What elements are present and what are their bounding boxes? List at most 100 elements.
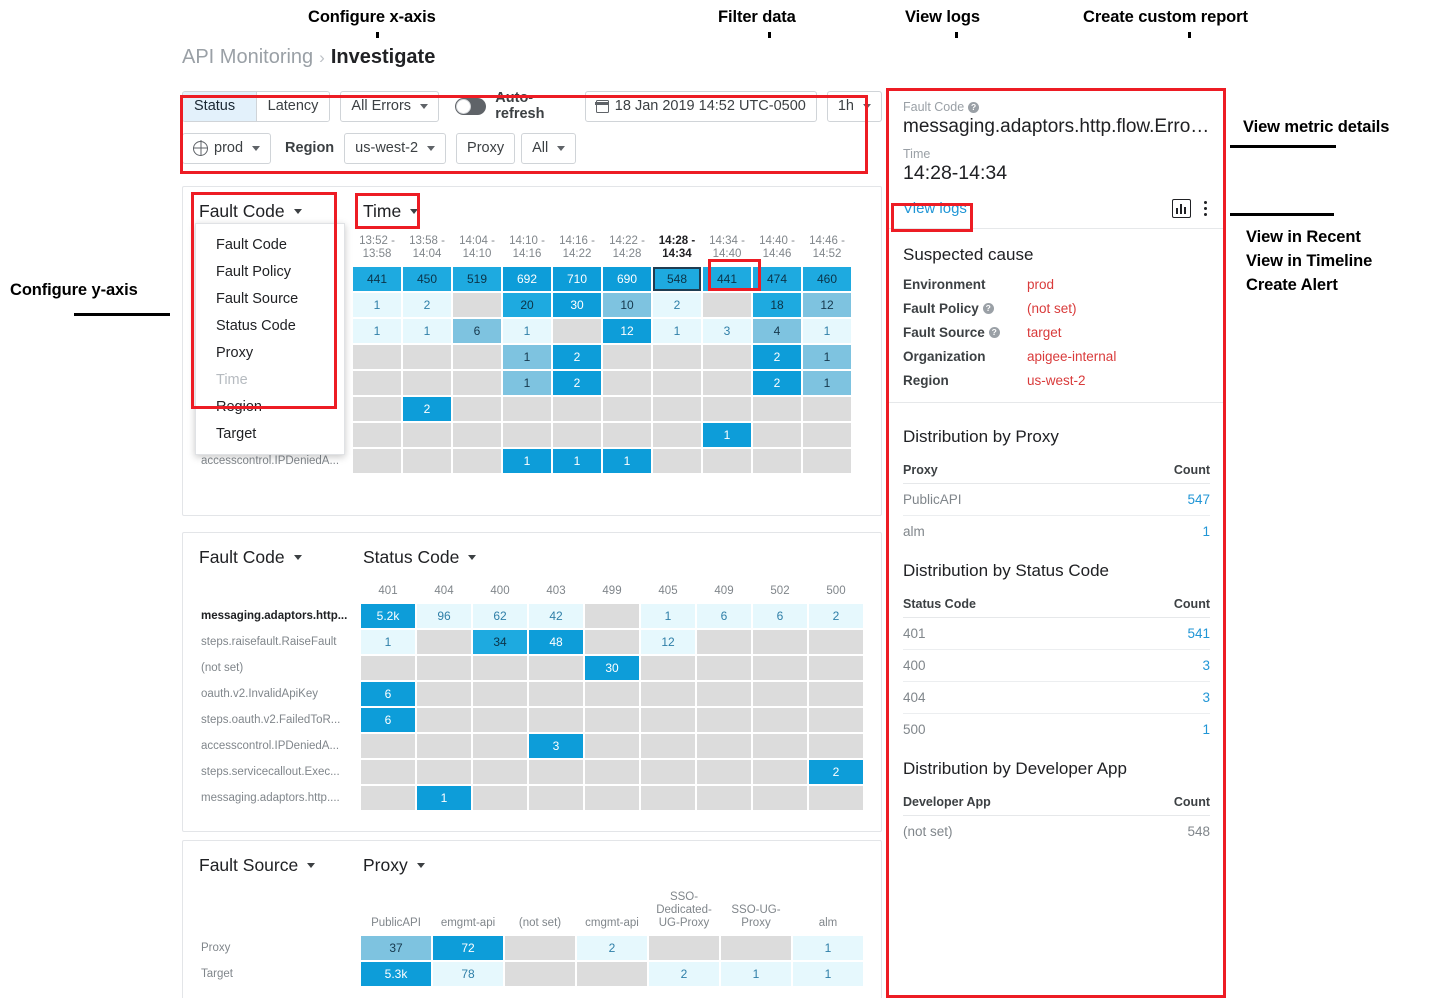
more-actions-kebab-icon[interactable] <box>1201 199 1210 218</box>
heatmap-cell[interactable]: 1 <box>803 371 851 395</box>
heatmap-cell[interactable] <box>803 397 851 421</box>
tab-latency[interactable]: Latency <box>256 91 330 121</box>
heatmap-cell[interactable]: 12 <box>641 630 695 654</box>
heatmap-cell[interactable]: 1 <box>793 936 863 960</box>
heatmap-row-label[interactable]: Proxy <box>201 936 359 960</box>
heatmap-cell[interactable]: 2 <box>577 936 647 960</box>
heatmap-cell[interactable] <box>809 734 863 758</box>
heatmap-column-header[interactable]: 14:34 - 14:40 <box>703 235 751 265</box>
heatmap-cell[interactable]: 6 <box>361 682 415 706</box>
heatmap-column-header[interactable]: 403 <box>529 585 583 602</box>
heatmap-column-header[interactable]: 14:28 - 14:34 <box>653 235 701 265</box>
heatmap-cell[interactable]: 1 <box>503 371 551 395</box>
heatmap-cell[interactable] <box>361 760 415 784</box>
environment-dropdown[interactable]: prod <box>182 132 272 164</box>
heatmap-cell[interactable]: 450 <box>403 267 451 291</box>
heatmap-cell[interactable] <box>653 423 701 447</box>
heatmap-cell[interactable]: 1 <box>603 449 651 473</box>
heatmap-cell[interactable] <box>417 734 471 758</box>
distribution-count[interactable]: 547 <box>1092 483 1210 516</box>
heatmap-cell[interactable] <box>641 682 695 706</box>
heatmap-cell[interactable] <box>577 962 647 986</box>
heatmap-cell[interactable] <box>753 656 807 680</box>
heatmap-cell[interactable]: 2 <box>649 962 719 986</box>
heatmap-cell[interactable]: 1 <box>703 423 751 447</box>
heatmap-column-header[interactable]: 401 <box>361 585 415 602</box>
menu-item-fault-source[interactable]: Fault Source <box>196 285 344 312</box>
suspected-cause-value[interactable]: target <box>1027 325 1062 340</box>
heatmap-cell[interactable] <box>453 345 501 369</box>
heatmap-cell[interactable] <box>641 734 695 758</box>
heatmap-cell[interactable]: 1 <box>553 449 601 473</box>
heatmap-row-label[interactable]: steps.oauth.v2.FailedToR... <box>201 708 359 732</box>
heatmap-cell[interactable]: 6 <box>453 319 501 343</box>
heatmap-cell[interactable]: 30 <box>585 656 639 680</box>
heatmap-cell[interactable] <box>417 656 471 680</box>
breadcrumb-parent[interactable]: API Monitoring <box>182 46 313 68</box>
heatmap-cell[interactable] <box>453 293 501 317</box>
heatmap-cell[interactable] <box>553 423 601 447</box>
heatmap-column-header[interactable]: emgmt-api <box>433 891 503 934</box>
heatmap-cell[interactable] <box>649 936 719 960</box>
heatmap-cell[interactable] <box>553 319 601 343</box>
heatmap-cell[interactable]: 460 <box>803 267 851 291</box>
create-custom-report-icon[interactable] <box>1171 199 1191 218</box>
heatmap-cell[interactable]: 1 <box>353 293 401 317</box>
heatmap-cell[interactable] <box>753 449 801 473</box>
suspected-cause-value[interactable]: us-west-2 <box>1027 373 1086 388</box>
heatmap-cell[interactable] <box>753 630 807 654</box>
heatmap-cell[interactable] <box>417 682 471 706</box>
heatmap-cell[interactable]: 6 <box>361 708 415 732</box>
heatmap-cell[interactable] <box>653 449 701 473</box>
heatmap-cell[interactable] <box>809 708 863 732</box>
heatmap-cell[interactable] <box>697 786 751 810</box>
distribution-count[interactable]: 3 <box>1108 681 1210 714</box>
heatmap-cell[interactable] <box>353 397 401 421</box>
heatmap-cell[interactable] <box>603 345 651 369</box>
help-icon[interactable]: ? <box>968 101 980 113</box>
heatmap-cell[interactable] <box>753 786 807 810</box>
heatmap-cell[interactable] <box>403 449 451 473</box>
heatmap-cell[interactable]: 2 <box>809 760 863 784</box>
heatmap-row-label[interactable]: steps.servicecallout.Exec... <box>201 760 359 784</box>
heatmap-cell[interactable] <box>353 371 401 395</box>
heatmap-cell[interactable]: 5.3k <box>361 962 431 986</box>
heatmap-cell[interactable] <box>453 397 501 421</box>
duration-dropdown[interactable]: 1h <box>826 90 882 122</box>
heatmap-cell[interactable] <box>503 397 551 421</box>
x-axis-selector-2[interactable]: Status Code <box>363 547 477 568</box>
proxy-dropdown[interactable]: All <box>521 132 577 164</box>
heatmap-cell[interactable] <box>809 786 863 810</box>
y-axis-dropdown-menu[interactable]: Fault Code Fault Policy Fault Source Sta… <box>195 223 345 455</box>
heatmap-cell[interactable]: 1 <box>653 319 701 343</box>
distribution-count[interactable]: 541 <box>1108 617 1210 650</box>
y-axis-selector-3[interactable]: Fault Source <box>199 855 363 876</box>
heatmap-cell[interactable]: 548 <box>653 267 701 291</box>
heatmap-cell[interactable] <box>803 423 851 447</box>
heatmap-column-header[interactable]: alm <box>793 891 863 934</box>
heatmap-cell[interactable] <box>641 708 695 732</box>
heatmap-cell[interactable]: 1 <box>353 319 401 343</box>
heatmap-cell[interactable] <box>753 397 801 421</box>
heatmap-cell[interactable] <box>803 449 851 473</box>
heatmap-cell[interactable] <box>753 760 807 784</box>
heatmap-cell[interactable] <box>503 423 551 447</box>
heatmap-cell[interactable]: 20 <box>503 293 551 317</box>
heatmap-cell[interactable] <box>417 760 471 784</box>
menu-item-status-code[interactable]: Status Code <box>196 312 344 339</box>
heatmap-column-header[interactable]: 499 <box>585 585 639 602</box>
heatmap-column-header[interactable]: 14:10 - 14:16 <box>503 235 551 265</box>
heatmap-cell[interactable] <box>417 630 471 654</box>
distribution-count[interactable]: 3 <box>1108 649 1210 682</box>
heatmap-cell[interactable] <box>809 682 863 706</box>
heatmap-cell[interactable] <box>703 345 751 369</box>
menu-item-target[interactable]: Target <box>196 420 344 447</box>
heatmap-cell[interactable]: 10 <box>603 293 651 317</box>
heatmap-cell[interactable]: 30 <box>553 293 601 317</box>
help-icon[interactable]: ? <box>982 303 994 314</box>
heatmap-cell[interactable]: 72 <box>433 936 503 960</box>
heatmap-cell[interactable]: 12 <box>603 319 651 343</box>
heatmap-cell[interactable] <box>641 760 695 784</box>
y-axis-selector-2[interactable]: Fault Code <box>199 547 363 568</box>
heatmap-cell[interactable] <box>697 734 751 758</box>
